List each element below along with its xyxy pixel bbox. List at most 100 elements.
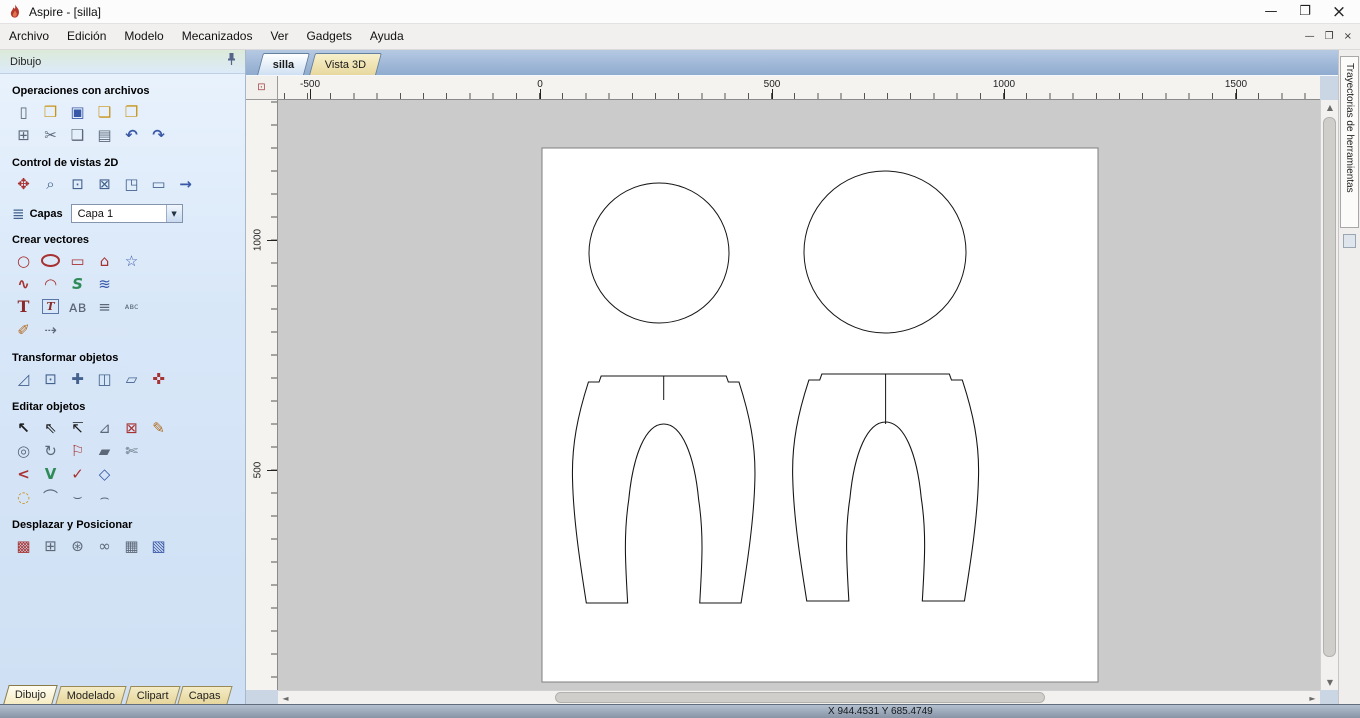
layers-icon[interactable]: ≣ — [12, 205, 25, 223]
tab-vista-3d[interactable]: Vista 3D — [309, 53, 382, 75]
menu-ver[interactable]: Ver — [261, 24, 297, 49]
draw-rectangle-icon[interactable]: ▭ — [64, 249, 91, 272]
zoom-interactive-icon[interactable]: ⌕ — [37, 172, 64, 195]
menu-mecanizados[interactable]: Mecanizados — [173, 24, 262, 49]
menu-modelo[interactable]: Modelo — [115, 24, 172, 49]
undo-icon[interactable]: ↶ — [118, 123, 145, 146]
drawing-canvas[interactable] — [278, 100, 1320, 690]
horizontal-scrollbar[interactable]: ◄ ► — [278, 690, 1320, 704]
toolpaths-panel-handle[interactable] — [1343, 234, 1356, 248]
flag-icon[interactable]: ⚐ — [64, 439, 91, 462]
offset-vectors-icon[interactable]: ◎ — [10, 439, 37, 462]
open-file-icon[interactable]: ❒ — [37, 100, 64, 123]
quick-edit-icon[interactable]: ✎ — [145, 416, 172, 439]
fit-arc2-icon[interactable]: ⌣ — [64, 485, 91, 508]
maximize-button[interactable]: ❐ — [1288, 0, 1322, 23]
eraser-icon[interactable]: ▰ — [91, 439, 118, 462]
menu-gadgets[interactable]: Gadgets — [297, 24, 360, 49]
redo-icon[interactable]: ↷ — [145, 123, 172, 146]
tab-clipart[interactable]: Clipart — [125, 686, 180, 704]
tab-dibujo[interactable]: Dibujo — [3, 685, 58, 704]
vector-drawing[interactable] — [278, 100, 1320, 690]
text-spacing-icon[interactable]: ᴀʙᴄ — [118, 295, 145, 318]
draw-polygon-icon[interactable]: ⌂ — [91, 249, 118, 272]
draw-curve-icon[interactable]: ∿ — [10, 272, 37, 295]
align-center-icon[interactable]: ✜ — [145, 367, 172, 390]
tab-capas[interactable]: Capas — [178, 686, 233, 704]
dimension-line-icon[interactable]: ⇢ — [37, 318, 64, 341]
pin-icon[interactable] — [226, 52, 237, 71]
combo-arrow-icon[interactable]: ▼ — [166, 205, 182, 222]
menu-ayuda[interactable]: Ayuda — [361, 24, 413, 49]
minimize-button[interactable]: — — [1254, 0, 1288, 23]
zoom-fit-width-icon[interactable]: ▭ — [145, 172, 172, 195]
grid-array-icon[interactable]: ▦ — [118, 534, 145, 557]
draw-freehand-icon[interactable]: S — [64, 272, 91, 295]
draw-ellipse-icon[interactable] — [37, 249, 64, 272]
layer-select[interactable]: Capa 1 ▼ — [71, 204, 183, 223]
menu-edicion[interactable]: Edición — [58, 24, 115, 49]
select-icon[interactable]: ↖ — [10, 416, 37, 439]
text-box-icon[interactable]: T — [37, 295, 64, 318]
rotate-copy-icon[interactable]: ↻ — [37, 439, 64, 462]
draw-dimension-icon[interactable]: ✐ — [10, 318, 37, 341]
text-on-curve-icon[interactable]: ᴀʙ — [64, 295, 91, 318]
zoom-box-icon[interactable]: ⊡ — [64, 172, 91, 195]
knife-icon[interactable]: ✄ — [118, 439, 145, 462]
copy-icon[interactable]: ❑ — [64, 123, 91, 146]
menu-archivo[interactable]: Archivo — [0, 24, 58, 49]
horizontal-scroll-thumb[interactable] — [555, 692, 1045, 703]
import-vectors-icon[interactable]: ❏ — [91, 100, 118, 123]
align-objects-icon[interactable]: ⊞ — [37, 534, 64, 557]
scroll-right-icon[interactable]: ► — [1305, 691, 1320, 705]
align-selection-icon[interactable]: ▩ — [10, 534, 37, 557]
set-size-icon[interactable]: ⊡ — [37, 367, 64, 390]
job-setup-icon[interactable]: ⊞ — [10, 123, 37, 146]
zoom-extents-icon[interactable]: ⊠ — [91, 172, 118, 195]
draw-circle-icon[interactable]: ○ — [10, 249, 37, 272]
fit-lines-icon[interactable]: ✓ — [64, 462, 91, 485]
titlebar[interactable]: Aspire - [silla] — ❐ × — [0, 0, 1360, 24]
drawing-sheet[interactable] — [542, 148, 1098, 682]
fillet-icon[interactable]: ◇ — [91, 462, 118, 485]
export-vectors-icon[interactable]: ❐ — [118, 100, 145, 123]
fit-arc-icon[interactable]: ⌒ — [37, 485, 64, 508]
close-vector-icon[interactable]: ◌ — [10, 485, 37, 508]
linear-array-icon[interactable]: ∞ — [91, 534, 118, 557]
child-close-button[interactable]: × — [1344, 30, 1352, 44]
toggle-3d-view-icon[interactable]: → — [172, 172, 199, 195]
scale-object-icon[interactable]: ◿ — [10, 367, 37, 390]
join-open-icon[interactable]: < — [10, 462, 37, 485]
new-file-icon[interactable]: ▯ — [10, 100, 37, 123]
text-block-icon[interactable]: ≡ — [91, 295, 118, 318]
nesting-icon[interactable]: ▧ — [145, 534, 172, 557]
paste-icon[interactable]: ▤ — [91, 123, 118, 146]
draw-text-icon[interactable]: T — [10, 295, 37, 318]
mirror-object-icon[interactable]: ◫ — [91, 367, 118, 390]
fit-arc3-icon[interactable]: ⌢ — [91, 485, 118, 508]
toolpaths-tab[interactable]: Trayectorias de herramientas — [1340, 56, 1359, 228]
pan-icon[interactable]: ✥ — [10, 172, 37, 195]
draw-arc-icon[interactable]: ◠ — [37, 272, 64, 295]
save-file-icon[interactable]: ▣ — [64, 100, 91, 123]
move-object-icon[interactable]: ✚ — [64, 367, 91, 390]
zoom-selected-icon[interactable]: ◳ — [118, 172, 145, 195]
transform-select-icon[interactable]: ↸ — [64, 416, 91, 439]
distort-object-icon[interactable]: ▱ — [118, 367, 145, 390]
rotate-array-icon[interactable]: ⊛ — [64, 534, 91, 557]
fit-curves-icon[interactable]: V — [37, 462, 64, 485]
tab-silla[interactable]: silla — [257, 53, 310, 75]
draw-spiral-icon[interactable]: ≋ — [91, 272, 118, 295]
scroll-left-icon[interactable]: ◄ — [278, 691, 293, 705]
measure-icon[interactable]: ⊿ — [91, 416, 118, 439]
cut-icon[interactable]: ✂ — [37, 123, 64, 146]
ruler-origin-button[interactable]: ⊡ — [246, 76, 278, 100]
node-edit-icon[interactable]: ⇖ — [37, 416, 64, 439]
scroll-down-icon[interactable]: ▼ — [1321, 675, 1339, 690]
scroll-up-icon[interactable]: ▲ — [1321, 100, 1339, 115]
child-restore-button[interactable]: ❐ — [1325, 30, 1334, 44]
vertical-scrollbar[interactable]: ▲ ▼ — [1320, 100, 1338, 690]
close-button[interactable]: × — [1322, 0, 1356, 23]
child-minimize-button[interactable]: — — [1305, 30, 1315, 44]
vertical-scroll-thumb[interactable] — [1323, 117, 1336, 657]
